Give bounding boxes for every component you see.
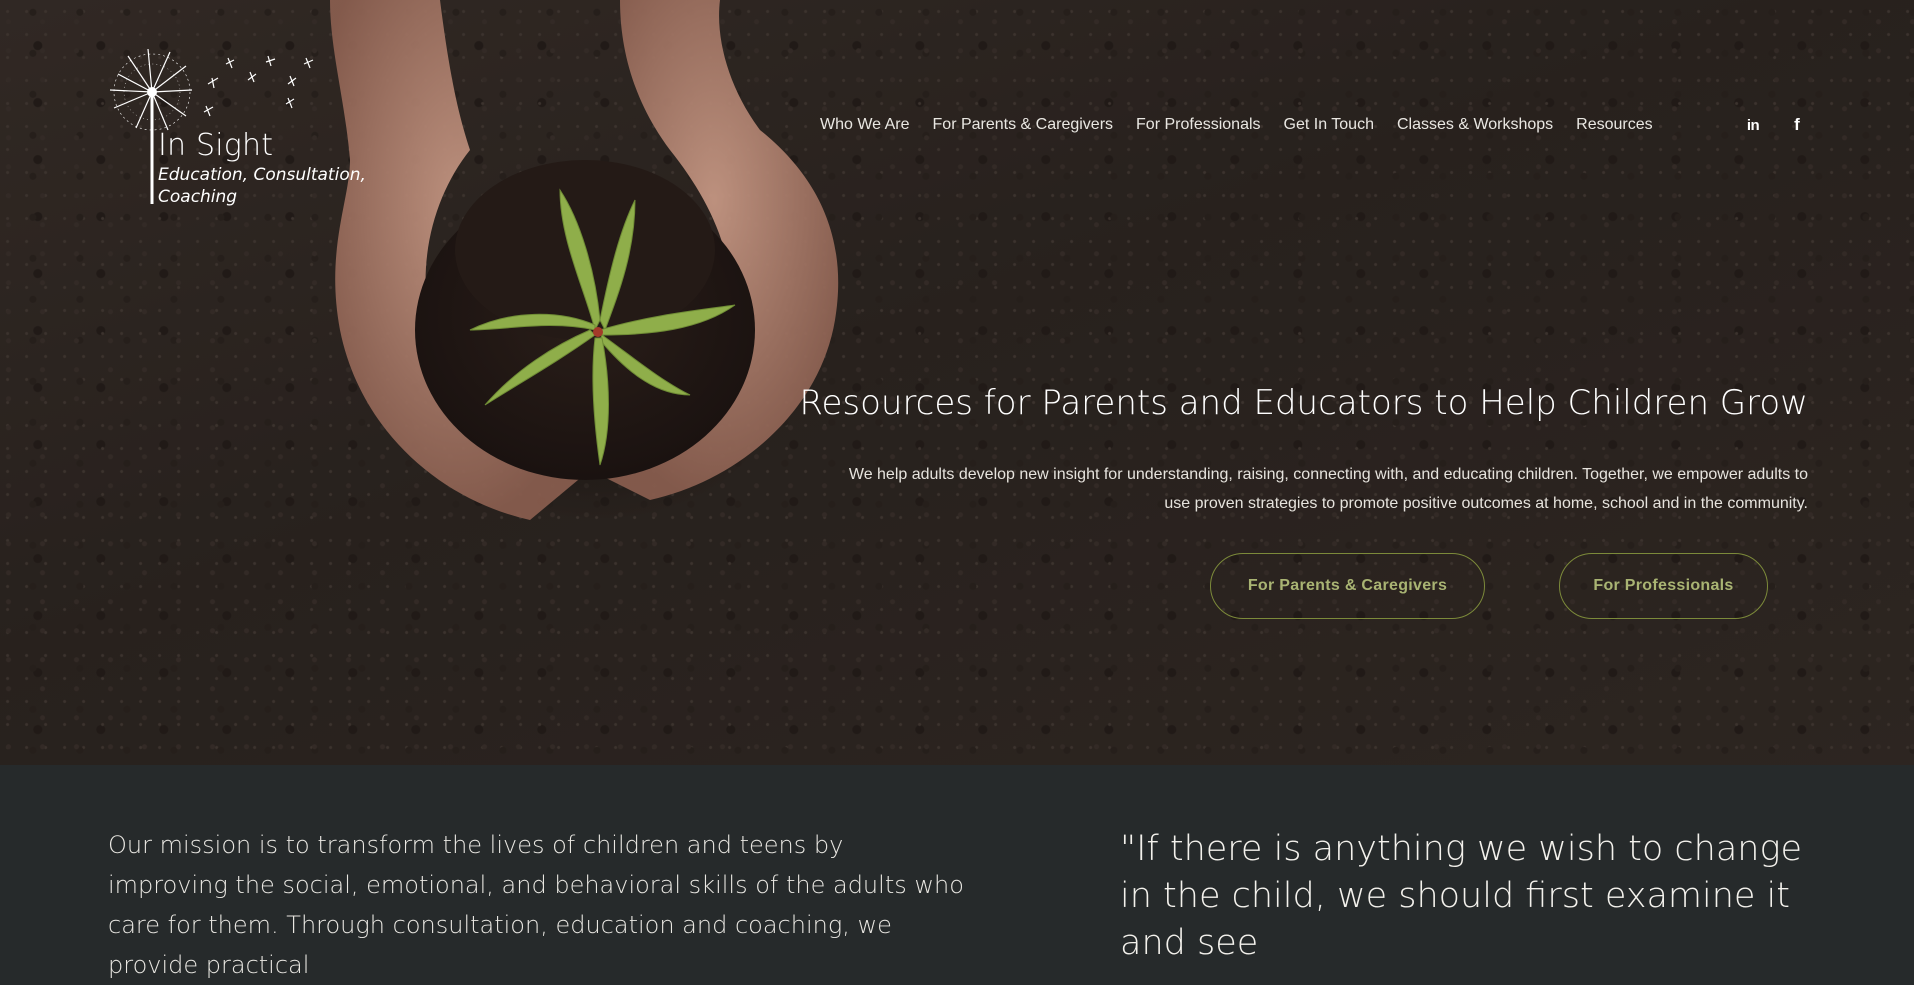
nav-parents-caregivers[interactable]: For Parents & Caregivers — [933, 116, 1114, 134]
social-links: in f — [1742, 114, 1808, 136]
nav-classes-workshops[interactable]: Classes & Workshops — [1397, 116, 1553, 134]
nav-who-we-are[interactable]: Who We Are — [820, 116, 910, 134]
nav-resources[interactable]: Resources — [1576, 116, 1652, 134]
quote-text: "If there is anything we wish to change … — [1120, 829, 1802, 963]
logo-tagline-line1: Education, Consultation, — [158, 165, 366, 185]
logo-tagline-line2: Coaching — [158, 187, 238, 207]
linkedin-icon[interactable]: in — [1742, 114, 1764, 136]
professionals-button[interactable]: For Professionals — [1559, 553, 1768, 619]
nav-get-in-touch[interactable]: Get In Touch — [1284, 116, 1374, 134]
parents-caregivers-button[interactable]: For Parents & Caregivers — [1210, 553, 1485, 619]
nav-professionals[interactable]: For Professionals — [1136, 116, 1261, 134]
facebook-icon[interactable]: f — [1786, 114, 1808, 136]
hero-subtitle: We help adults develop new insight for u… — [848, 466, 1808, 512]
logo-name: In Sight — [158, 128, 274, 163]
hero-title: Resources for Parents and Educators to H… — [799, 383, 1808, 423]
site-logo[interactable]: In Sight Education, Consultation, Coachin… — [108, 44, 368, 214]
linkedin-glyph: in — [1746, 116, 1760, 134]
hero-section: In Sight Education, Consultation, Coachin… — [0, 0, 1914, 765]
facebook-glyph: f — [1794, 115, 1800, 134]
main-nav: Who We Are For Parents & Caregivers For … — [820, 113, 1653, 137]
mission-text: Our mission is to transform the lives of… — [108, 831, 964, 979]
hero-background-image — [330, 0, 839, 520]
logo-tagline: Education, Consultation, Coaching — [158, 164, 368, 208]
